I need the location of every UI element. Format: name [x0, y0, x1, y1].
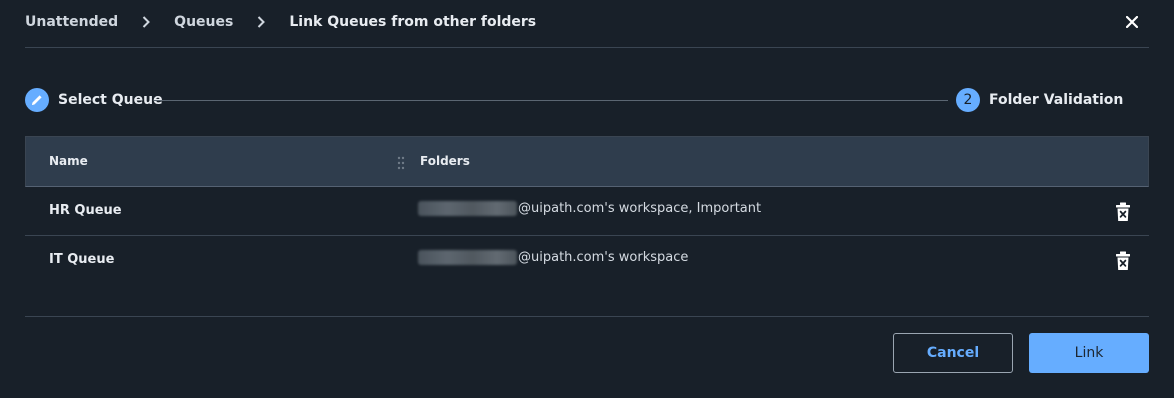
queue-name: HR Queue	[49, 203, 122, 218]
queues-table: Name Folders HR Queue @uipath.com's work…	[25, 136, 1149, 284]
redacted-text	[418, 250, 517, 265]
drag-handle-icon[interactable]	[397, 155, 405, 170]
delete-icon[interactable]	[1115, 202, 1131, 222]
breadcrumb-item-unattended[interactable]: Unattended	[25, 14, 118, 30]
breadcrumb: Unattended Queues Link Queues from other…	[25, 14, 536, 30]
breadcrumb-item-queues[interactable]: Queues	[174, 14, 233, 30]
footer-divider	[25, 316, 1149, 317]
table-row: IT Queue @uipath.com's workspace	[25, 236, 1149, 284]
step-folder-validation[interactable]: 2 Folder Validation	[956, 88, 1123, 112]
step-label: Folder Validation	[989, 92, 1124, 108]
column-header-name[interactable]: Name	[49, 154, 88, 168]
cancel-button[interactable]: Cancel	[893, 333, 1013, 373]
link-button[interactable]: Link	[1029, 333, 1149, 373]
breadcrumb-current: Link Queues from other folders	[289, 14, 537, 30]
dialog-header: Unattended Queues Link Queues from other…	[25, 0, 1149, 48]
pencil-icon	[25, 88, 49, 112]
chevron-right-icon	[233, 16, 289, 28]
step-select-queue[interactable]: Select Queue	[25, 88, 163, 112]
delete-icon[interactable]	[1115, 251, 1131, 271]
chevron-right-icon	[118, 16, 174, 28]
step-label: Select Queue	[58, 92, 163, 108]
table-header: Name Folders	[25, 136, 1149, 187]
close-icon[interactable]	[1123, 13, 1141, 31]
queue-folders: @uipath.com's workspace	[418, 250, 688, 265]
queue-name: IT Queue	[49, 252, 115, 267]
table-row: HR Queue @uipath.com's workspace, Import…	[25, 187, 1149, 236]
folders-text: @uipath.com's workspace, Important	[518, 201, 762, 216]
redacted-text	[418, 201, 517, 216]
step-connector	[154, 100, 948, 101]
folders-text: @uipath.com's workspace	[518, 250, 689, 265]
queue-folders: @uipath.com's workspace, Important	[418, 201, 761, 216]
step-number: 2	[956, 88, 980, 112]
stepper: Select Queue 2 Folder Validation	[25, 88, 1149, 112]
column-header-folders[interactable]: Folders	[420, 154, 470, 168]
